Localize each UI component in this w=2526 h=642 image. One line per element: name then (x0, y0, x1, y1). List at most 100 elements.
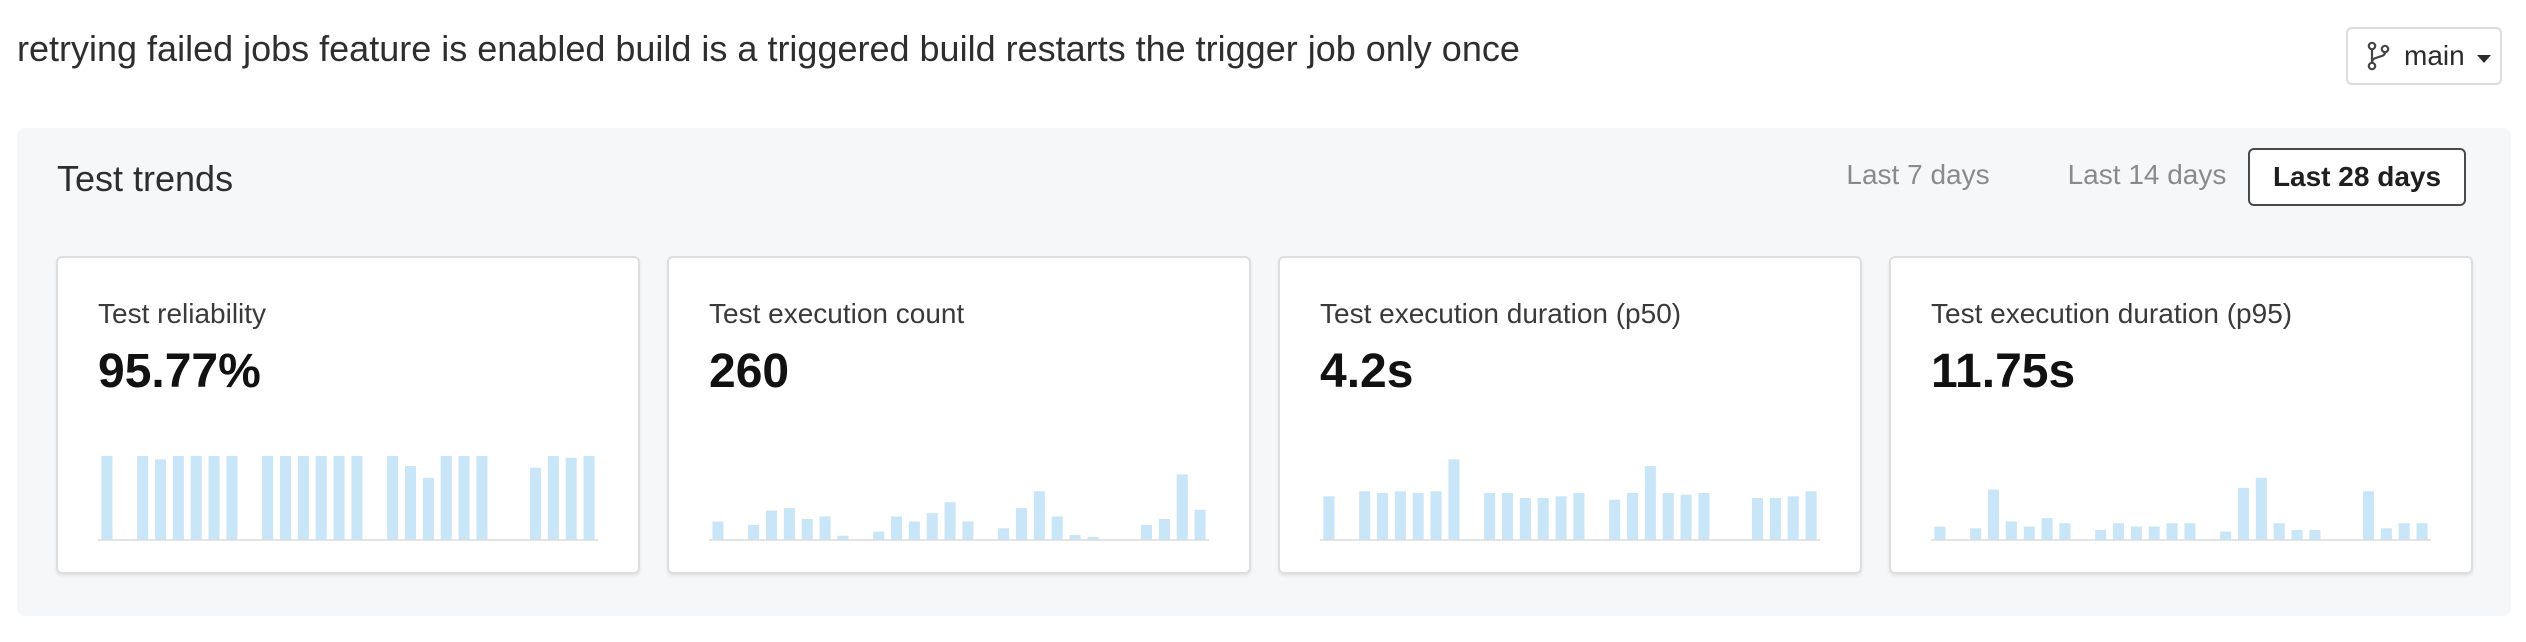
sparkline-bar (1537, 498, 1549, 540)
sparkline-bar (962, 521, 974, 540)
sparkline-bar (154, 459, 167, 540)
sparkline-bar (1376, 492, 1389, 540)
range-tab-last-14-days[interactable]: Last 14 days (2035, 148, 2259, 206)
sparkline-bar (2398, 523, 2410, 540)
sparkline-bar (565, 457, 577, 540)
sparkline-bar (1501, 492, 1514, 540)
sparkline-bar (2416, 523, 2428, 540)
sparkline-bar (908, 521, 920, 540)
sparkline-bar (1970, 528, 1982, 540)
range-tab-last-7-days[interactable]: Last 7 days (1812, 148, 2024, 206)
sparkline-bar (529, 467, 542, 540)
metric-sparkline (1320, 459, 1820, 541)
sparkline-bar (1194, 509, 1206, 540)
sparkline-bar (1751, 498, 1764, 540)
sparkline-bar (2255, 477, 2267, 540)
sparkline-bar (783, 508, 795, 540)
sparkline-bar (1987, 489, 2000, 540)
sparkline-bar (1805, 491, 1817, 540)
sparkline-bar (1519, 498, 1531, 540)
sparkline-bar (1394, 491, 1406, 540)
sparkline-bar (2309, 529, 2321, 540)
metric-card-duration-p50: Test execution duration (p50) 4.2s (1278, 256, 1862, 574)
sparkline-bar (315, 456, 327, 540)
sparkline-bar (2005, 521, 2017, 540)
sparkline-bar (2220, 531, 2232, 540)
metric-card-execution-count: Test execution count 260 (667, 256, 1251, 574)
sparkline-bar (1015, 508, 1028, 540)
sparkline-bar (765, 510, 778, 540)
sparkline-bar (1484, 492, 1496, 540)
sparkline-bar (1176, 474, 1188, 540)
sparkline-bar (819, 516, 831, 540)
sparkline-bar (2148, 526, 2160, 540)
sparkline-bar (172, 456, 184, 540)
test-trends-title: Test trends (57, 158, 234, 199)
sparkline-bar (583, 456, 595, 540)
sparkline-bar (297, 456, 309, 540)
page-title: retrying failed jobs feature is enabled … (17, 28, 1520, 69)
sparkline-bar (1680, 494, 1692, 540)
sparkline-bar (101, 456, 113, 540)
sparkline-bar (387, 456, 399, 540)
branch-selector-button[interactable]: main (2346, 27, 2502, 85)
sparkline-bar (1769, 498, 1781, 540)
sparkline-bar (458, 456, 470, 540)
sparkline-bar (2380, 528, 2392, 540)
chevron-down-icon (2476, 55, 2491, 63)
sparkline-bar (2112, 523, 2125, 540)
sparkline-bar (1662, 492, 1674, 540)
sparkline-bar (1555, 496, 1567, 540)
sparkline-bar (1573, 492, 1585, 540)
metric-value: 260 (709, 345, 790, 398)
sparkline-bar (333, 456, 345, 540)
sparkline-bar (2184, 523, 2196, 540)
sparkline-bar (748, 524, 760, 540)
sparkline-bar (1787, 496, 1799, 540)
sparkline-bar (890, 516, 903, 540)
test-trends-panel: Test trends Last 7 days Last 14 days Las… (17, 128, 2511, 616)
sparkline-bar (2291, 529, 2303, 540)
sparkline-bar (2041, 518, 2053, 540)
sparkline-bar (873, 531, 885, 540)
sparkline-bar (1609, 499, 1621, 540)
sparkline-bar (1069, 534, 1081, 540)
metric-card-reliability: Test reliability 95.77% (56, 256, 640, 574)
sparkline-bar (137, 456, 149, 540)
git-branch-icon (2367, 41, 2390, 71)
sparkline-bar (440, 456, 452, 540)
sparkline-bar (1448, 459, 1460, 540)
test-detail-page: retrying failed jobs feature is enabled … (0, 0, 2526, 642)
sparkline-bar (712, 521, 724, 540)
sparkline-bar (1626, 492, 1639, 540)
sparkline-bar (2023, 526, 2035, 540)
sparkline-bar (1359, 491, 1371, 540)
sparkline-bar (1412, 492, 1424, 540)
sparkline-bar (547, 456, 559, 540)
sparkline-bar (926, 513, 938, 540)
metric-label: Test execution duration (p95) (1931, 298, 2293, 329)
sparkline-bar (2059, 523, 2071, 540)
sparkline-bar (262, 456, 274, 540)
metric-sparkline (98, 456, 598, 541)
sparkline-bar (226, 456, 238, 540)
metric-sparkline (709, 474, 1209, 541)
sparkline-bar (2095, 529, 2107, 540)
metric-value: 95.77% (98, 345, 261, 398)
sparkline-bar (1033, 491, 1045, 540)
sparkline-bar (2237, 487, 2250, 540)
sparkline-bar (2130, 526, 2142, 540)
sparkline-bar (190, 456, 202, 540)
sparkline-bar (1698, 492, 1710, 540)
sparkline-bar (2273, 523, 2285, 540)
sparkline-bar (801, 519, 813, 540)
metric-card-duration-p95: Test execution duration (p95) 11.75s (1889, 256, 2473, 574)
sparkline-bar (2362, 491, 2375, 540)
sparkline-bar (476, 456, 488, 540)
range-tab-last-28-days[interactable]: Last 28 days (2248, 148, 2466, 206)
sparkline-bar (422, 477, 434, 540)
branch-label: main (2404, 40, 2465, 71)
metric-label: Test reliability (98, 298, 267, 329)
sparkline-bar (1140, 524, 1153, 540)
sparkline-bar (2166, 523, 2178, 540)
